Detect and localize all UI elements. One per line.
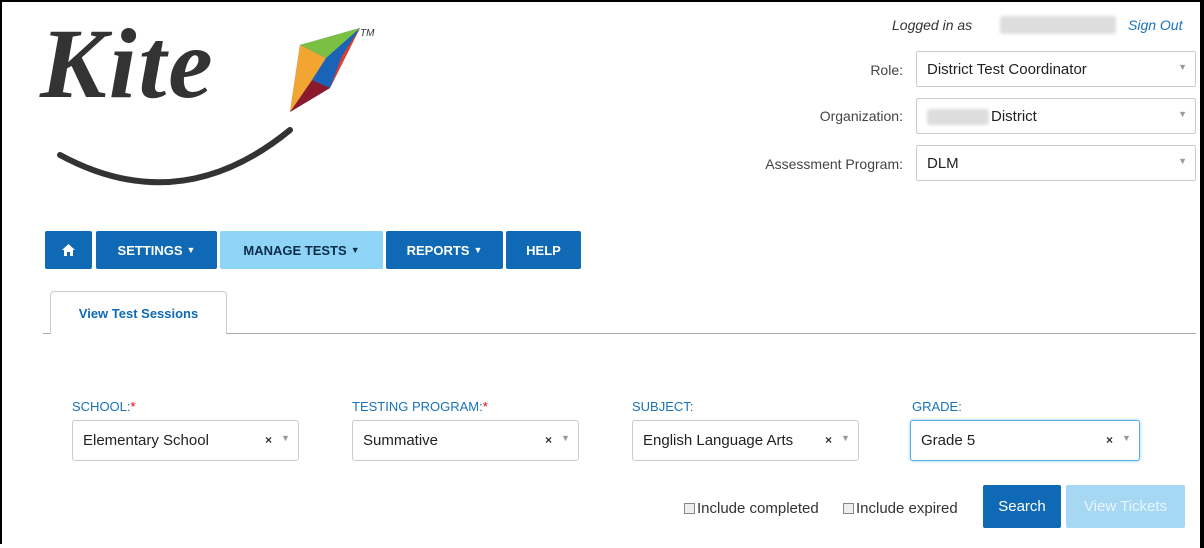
help-menu[interactable]: HELP	[506, 231, 581, 269]
assessment-program-select[interactable]: DLM ▼	[916, 145, 1196, 181]
manage-tests-label: MANAGE TESTS	[243, 242, 347, 258]
testing-program-select[interactable]: Summative × ▼	[352, 420, 579, 461]
reports-menu[interactable]: REPORTS ▼	[386, 231, 503, 269]
manage-tests-menu[interactable]: MANAGE TESTS ▼	[220, 231, 383, 269]
view-tickets-button[interactable]: View Tickets	[1066, 485, 1185, 528]
search-button[interactable]: Search	[983, 485, 1061, 528]
grade-select[interactable]: Grade 5 × ▼	[910, 420, 1140, 461]
include-completed-checkbox[interactable]	[684, 503, 695, 514]
testing-program-value: Summative	[363, 432, 439, 449]
role-value: District Test Coordinator	[927, 61, 1087, 78]
clear-icon[interactable]: ×	[825, 433, 832, 447]
school-value: Elementary School	[83, 432, 209, 449]
subject-label: SUBJECT:	[632, 399, 694, 414]
include-expired-label: Include expired	[856, 500, 958, 517]
chevron-down-icon: ▼	[281, 433, 290, 443]
chevron-down-icon: ▼	[1178, 109, 1187, 119]
clear-icon[interactable]: ×	[265, 433, 272, 447]
organization-label: Organization:	[819, 108, 903, 124]
caret-down-icon: ▼	[186, 245, 196, 255]
chevron-down-icon: ▼	[1178, 62, 1187, 72]
chevron-down-icon: ▼	[1122, 433, 1131, 443]
logged-in-label: Logged in as	[892, 17, 973, 33]
frame-edge	[1200, 0, 1204, 548]
clear-icon[interactable]: ×	[1106, 433, 1113, 447]
home-icon	[62, 244, 75, 256]
include-expired-checkbox[interactable]	[843, 503, 854, 514]
clear-icon[interactable]: ×	[545, 433, 552, 447]
org-name-redacted	[927, 109, 989, 125]
organization-value: District	[991, 108, 1037, 125]
reports-label: REPORTS	[406, 242, 470, 258]
chevron-down-icon: ▼	[561, 433, 570, 443]
logo-wordmark: Kite	[40, 8, 215, 119]
grade-value: Grade 5	[921, 432, 976, 449]
subject-value: English Language Arts	[643, 432, 794, 449]
username-redacted	[1000, 16, 1116, 34]
settings-label: SETTINGS	[117, 242, 183, 258]
assessment-program-value: DLM	[927, 155, 959, 172]
settings-menu[interactable]: SETTINGS ▼	[96, 231, 217, 269]
testing-program-label: TESTING PROGRAM:*	[352, 399, 488, 414]
role-label: Role:	[870, 62, 903, 78]
school-label: SCHOOL:*	[72, 399, 136, 414]
school-select[interactable]: Elementary School × ▼	[72, 420, 299, 461]
help-label: HELP	[526, 242, 561, 258]
tab-view-test-sessions[interactable]: View Test Sessions	[50, 291, 227, 334]
sign-out-link[interactable]: Sign Out	[1128, 17, 1182, 33]
chevron-down-icon: ▼	[1178, 156, 1187, 166]
home-button[interactable]	[45, 231, 92, 269]
tab-label: View Test Sessions	[78, 305, 199, 321]
role-select[interactable]: District Test Coordinator ▼	[916, 51, 1196, 87]
include-completed-label: Include completed	[697, 500, 819, 517]
caret-down-icon: ▼	[350, 245, 360, 255]
subject-select[interactable]: English Language Arts × ▼	[632, 420, 859, 461]
grade-label: GRADE:	[912, 399, 962, 414]
tab-baseline-right	[226, 333, 1196, 334]
include-expired-option[interactable]: Include expired	[843, 500, 958, 517]
assessment-program-label: Assessment Program:	[765, 156, 903, 172]
chevron-down-icon: ▼	[841, 433, 850, 443]
trademark: TM	[360, 28, 375, 39]
include-completed-option[interactable]: Include completed	[684, 500, 819, 517]
organization-select[interactable]: District ▼	[916, 98, 1196, 134]
caret-down-icon: ▼	[473, 245, 483, 255]
